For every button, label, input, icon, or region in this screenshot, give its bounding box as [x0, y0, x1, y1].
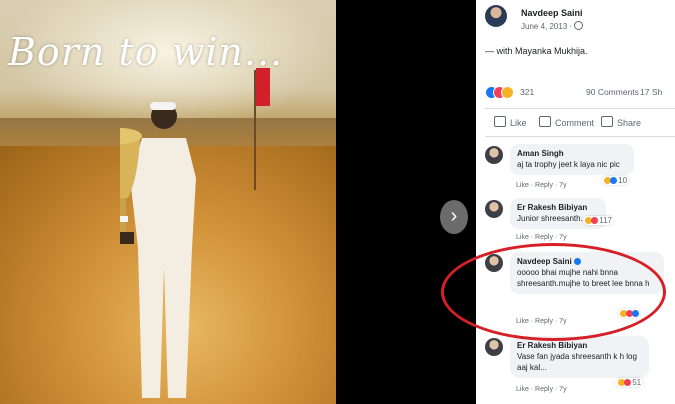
comment-actions[interactable]: Like · Reply · 7y — [516, 182, 567, 189]
commenter-name[interactable]: Navdeep Saini — [517, 256, 657, 267]
commenter-avatar[interactable] — [485, 338, 503, 356]
post-photo: Born to win... — [0, 0, 336, 404]
commenter-name[interactable]: Er Rakesh Bibiyan — [517, 340, 642, 351]
post-date-text: June 4, 2013 · — [521, 22, 573, 31]
photo-viewer: Born to win... › — [0, 0, 476, 404]
comment-text: ooooo bhai mujhe nahi bnna shreesanth.mu… — [517, 268, 650, 288]
commenter-name-text: Navdeep Saini — [517, 257, 572, 266]
comment-reactions[interactable] — [618, 309, 640, 318]
share-button[interactable]: Share — [601, 116, 641, 128]
post-author[interactable]: Navdeep Saini — [521, 8, 583, 18]
commenter-avatar[interactable] — [485, 254, 503, 272]
comment-actions[interactable]: Like · Reply · 7y — [516, 318, 567, 325]
thumbs-up-icon — [494, 116, 506, 127]
divider — [485, 108, 675, 109]
chevron-right-icon: › — [450, 205, 458, 227]
comment-bubble: Navdeep Saini ooooo bhai mujhe nahi bnna… — [510, 252, 664, 294]
love-reaction-icon — [624, 379, 631, 386]
comment-reactions[interactable]: 10 — [602, 176, 630, 185]
comment-text: aj ta trophy jeet k laya nic pic — [517, 160, 620, 169]
comments-count[interactable]: 90 Comments — [586, 87, 639, 97]
post-tagline: — with Mayanka Mukhija. — [485, 46, 588, 56]
comment-item: Aman Singh aj ta trophy jeet k laya nic … — [485, 144, 675, 194]
comment-item-highlighted: Navdeep Saini ooooo bhai mujhe nahi bnna… — [485, 252, 675, 330]
haha-reaction-icon — [501, 86, 514, 99]
verified-badge-icon — [573, 258, 581, 265]
commenter-name[interactable]: Er Rakesh Bibiyan — [517, 202, 599, 213]
next-photo-button[interactable]: › — [440, 200, 468, 234]
comment-label: Comment — [555, 118, 595, 128]
divider — [485, 136, 675, 137]
comment-actions[interactable]: Like · Reply · 7y — [516, 234, 567, 241]
comment-reaction-count: 10 — [618, 176, 628, 185]
globe-icon — [574, 21, 584, 30]
love-reaction-icon — [591, 217, 598, 224]
photo-slogan: Born to win... — [8, 30, 284, 74]
post-actions: Like Comment Share — [485, 113, 675, 133]
comment-button[interactable]: Comment — [539, 116, 594, 128]
like-button[interactable]: Like — [494, 116, 527, 128]
comment-actions[interactable]: Like · Reply · 7y — [516, 386, 567, 393]
comment-bubble: Aman Singh aj ta trophy jeet k laya nic … — [510, 144, 634, 175]
commenter-name[interactable]: Aman Singh — [517, 148, 627, 159]
comment-reaction-count: 51 — [632, 378, 642, 387]
commenter-avatar[interactable] — [485, 146, 503, 164]
reactions-count[interactable]: 321 — [520, 87, 534, 97]
comment-item: Er Rakesh Bibiyan Junior shreesanth.. Li… — [485, 198, 675, 246]
comment-bubble: Er Rakesh Bibiyan Vase fan jyada shreesa… — [510, 336, 649, 378]
like-reaction-icon — [610, 177, 617, 184]
share-label: Share — [617, 118, 642, 128]
comment-icon — [539, 116, 551, 127]
post-date[interactable]: June 4, 2013 · — [521, 21, 584, 31]
post-side-panel: Navdeep Saini June 4, 2013 · — with Maya… — [476, 0, 675, 404]
share-icon — [601, 116, 613, 127]
reactions-bar[interactable]: 321 90 Comments 17 Sh — [485, 86, 670, 100]
cricketer-with-trophy — [120, 102, 196, 398]
comment-text: Vase fan jyada shreesanth k h log aaj ka… — [517, 352, 637, 372]
comment-reactions[interactable]: 51 — [616, 378, 644, 387]
comment-reactions[interactable]: 117 — [583, 216, 614, 225]
shares-count[interactable]: 17 Sh — [640, 87, 662, 97]
like-label: Like — [510, 118, 527, 128]
like-reaction-icon — [632, 310, 639, 317]
author-avatar[interactable] — [485, 5, 507, 27]
comment-item: Er Rakesh Bibiyan Vase fan jyada shreesa… — [485, 336, 675, 402]
commenter-avatar[interactable] — [485, 200, 503, 218]
comment-reaction-count: 117 — [599, 216, 612, 225]
